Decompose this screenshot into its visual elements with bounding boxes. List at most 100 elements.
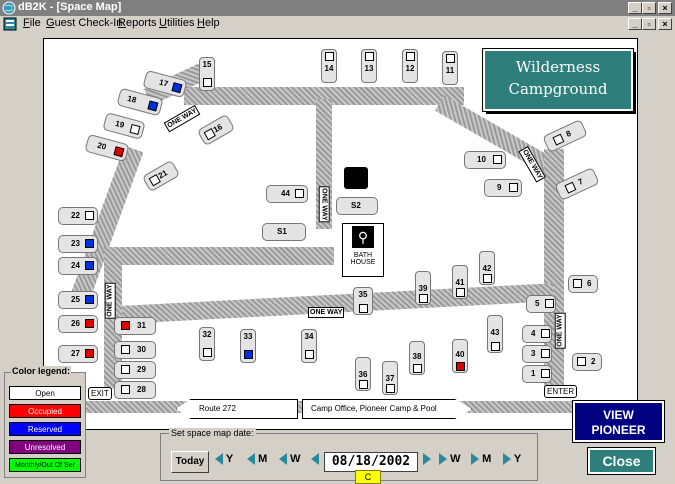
date-panel: Set space map date: Today Y M W 08/18/20… [160, 428, 538, 484]
menu-bar: File Guest Check-In Reports Utilities He… [0, 16, 675, 32]
one-way-sign-enter: ONE WAY [554, 312, 566, 349]
site-21[interactable]: 21 [141, 159, 181, 193]
one-way-sign-center: ONE WAY [318, 186, 330, 223]
logo-line2: Campground [508, 80, 608, 98]
site-22[interactable]: 22 [58, 207, 98, 225]
route-272-arrow: Route 272 [176, 399, 298, 419]
child-maximize-button[interactable]: ▫ [642, 18, 656, 30]
site-23[interactable]: 23 [58, 235, 98, 253]
site-20[interactable]: 20 [84, 133, 130, 163]
next-week-button[interactable]: W [439, 453, 460, 471]
site-35[interactable]: 35 [353, 287, 373, 315]
logo-line1: Wilderness [515, 58, 601, 76]
site-1[interactable]: 1 [522, 365, 552, 383]
prev-week-button[interactable]: W [279, 453, 300, 471]
site-44[interactable]: 44 [266, 185, 308, 203]
menu-guest-check-in[interactable]: Guest Check-In [46, 17, 122, 29]
site-15[interactable]: 15 [199, 57, 215, 91]
document-icon[interactable] [3, 17, 17, 31]
bath-house-label: BATH HOUSE [350, 252, 376, 266]
site-3[interactable]: 3 [522, 345, 552, 363]
site-25[interactable]: 25 [58, 291, 98, 309]
app-globe-icon [2, 1, 16, 15]
road-middle-h [104, 247, 334, 265]
next-year-button[interactable]: Y [503, 453, 521, 471]
site-28[interactable]: 28 [114, 381, 156, 399]
maximize-button[interactable]: ▫ [642, 2, 656, 14]
site-32[interactable]: 32 [199, 327, 215, 361]
view-pioneer-label: VIEW PIONEER [591, 408, 646, 437]
campground-logo: Wilderness Campground [482, 48, 634, 112]
one-way-sign-left: ONE WAY [104, 282, 116, 319]
site-10[interactable]: 10 [464, 151, 506, 169]
legend-reserved: Reserved [9, 422, 81, 436]
menu-file[interactable]: File [23, 17, 41, 29]
legend-monthly: Monthly/Out Of Ser [9, 458, 81, 472]
date-panel-title: Set space map date: [169, 428, 256, 438]
site-42[interactable]: 42 [479, 251, 495, 285]
site-31[interactable]: 31 [114, 317, 156, 335]
legend-open: Open [9, 386, 81, 400]
color-legend: Color legend: Open Occupied Reserved Unr… [4, 366, 86, 478]
date-field[interactable]: 08/18/2002 [324, 452, 418, 472]
bath-house: ⚲ BATH HOUSE [342, 223, 384, 277]
one-way-sign-top-left: ONE WAY [163, 104, 201, 133]
site-41[interactable]: 41 [452, 265, 468, 299]
menu-help[interactable]: Help [197, 17, 220, 29]
site-19[interactable]: 19 [102, 112, 146, 140]
site-12[interactable]: 12 [402, 49, 418, 83]
restroom-icon: ⚲ [352, 226, 374, 248]
menu-utilities[interactable]: Utilities [159, 17, 194, 29]
legend-occupied: Occupied [9, 404, 81, 418]
close-button[interactable]: Close [587, 447, 656, 475]
site-26[interactable]: 26 [58, 315, 98, 333]
child-minimize-button[interactable]: _ [628, 18, 642, 30]
legend-title: Color legend: [11, 366, 71, 376]
prev-month-button[interactable]: M [247, 453, 267, 471]
minimize-button[interactable]: _ [628, 2, 642, 14]
camp-office-label: Camp Office, Pioneer Camp & Pool [311, 404, 437, 413]
space-map: Wilderness Campground 15 14 13 12 11 17 … [43, 38, 638, 430]
title-bar: dB2K - [Space Map] _ ▫ × [0, 0, 675, 16]
site-30[interactable]: 30 [114, 341, 156, 359]
site-14[interactable]: 14 [321, 49, 337, 83]
site-8[interactable]: 8 [542, 118, 588, 154]
one-way-sign-lower: ONE WAY [308, 307, 345, 318]
legend-unresolved: Unresolved [9, 440, 81, 454]
view-pioneer-button[interactable]: VIEW PIONEER [572, 400, 665, 443]
prev-year-button[interactable]: Y [215, 453, 233, 471]
calendar-button[interactable]: C [355, 470, 381, 484]
today-button[interactable]: Today [171, 451, 209, 473]
site-36[interactable]: 36 [355, 357, 371, 391]
site-29[interactable]: 29 [114, 361, 156, 379]
site-38[interactable]: 38 [409, 341, 425, 375]
exit-sign: EXIT [88, 387, 112, 400]
site-s2[interactable]: S2 [336, 197, 378, 215]
close-window-button[interactable]: × [658, 2, 672, 14]
site-4[interactable]: 4 [522, 325, 552, 343]
window-title: dB2K - [Space Map] [18, 1, 122, 13]
site-34[interactable]: 34 [301, 329, 317, 363]
route-272-label: Route 272 [199, 404, 236, 413]
site-27[interactable]: 27 [58, 345, 98, 363]
site-39[interactable]: 39 [415, 271, 431, 305]
site-11[interactable]: 11 [442, 51, 458, 85]
site-9[interactable]: 9 [484, 179, 522, 197]
prev-day-button[interactable] [311, 453, 319, 471]
camp-office-arrow: Camp Office, Pioneer Camp & Pool [302, 399, 472, 419]
site-37[interactable]: 37 [382, 361, 398, 395]
site-33[interactable]: 33 [240, 329, 256, 363]
site-24[interactable]: 24 [58, 257, 98, 275]
menu-reports[interactable]: Reports [118, 17, 157, 29]
site-40[interactable]: 40 [452, 339, 468, 373]
site-16[interactable]: 16 [196, 113, 236, 147]
site-43[interactable]: 43 [487, 315, 503, 353]
next-day-button[interactable] [423, 453, 431, 471]
site-13[interactable]: 13 [361, 49, 377, 83]
site-6[interactable]: 6 [568, 275, 598, 293]
site-2[interactable]: 2 [572, 353, 602, 371]
next-month-button[interactable]: M [471, 453, 491, 471]
child-close-button[interactable]: × [658, 18, 672, 30]
site-s1[interactable]: S1 [262, 223, 306, 241]
site-5[interactable]: 5 [526, 295, 556, 313]
